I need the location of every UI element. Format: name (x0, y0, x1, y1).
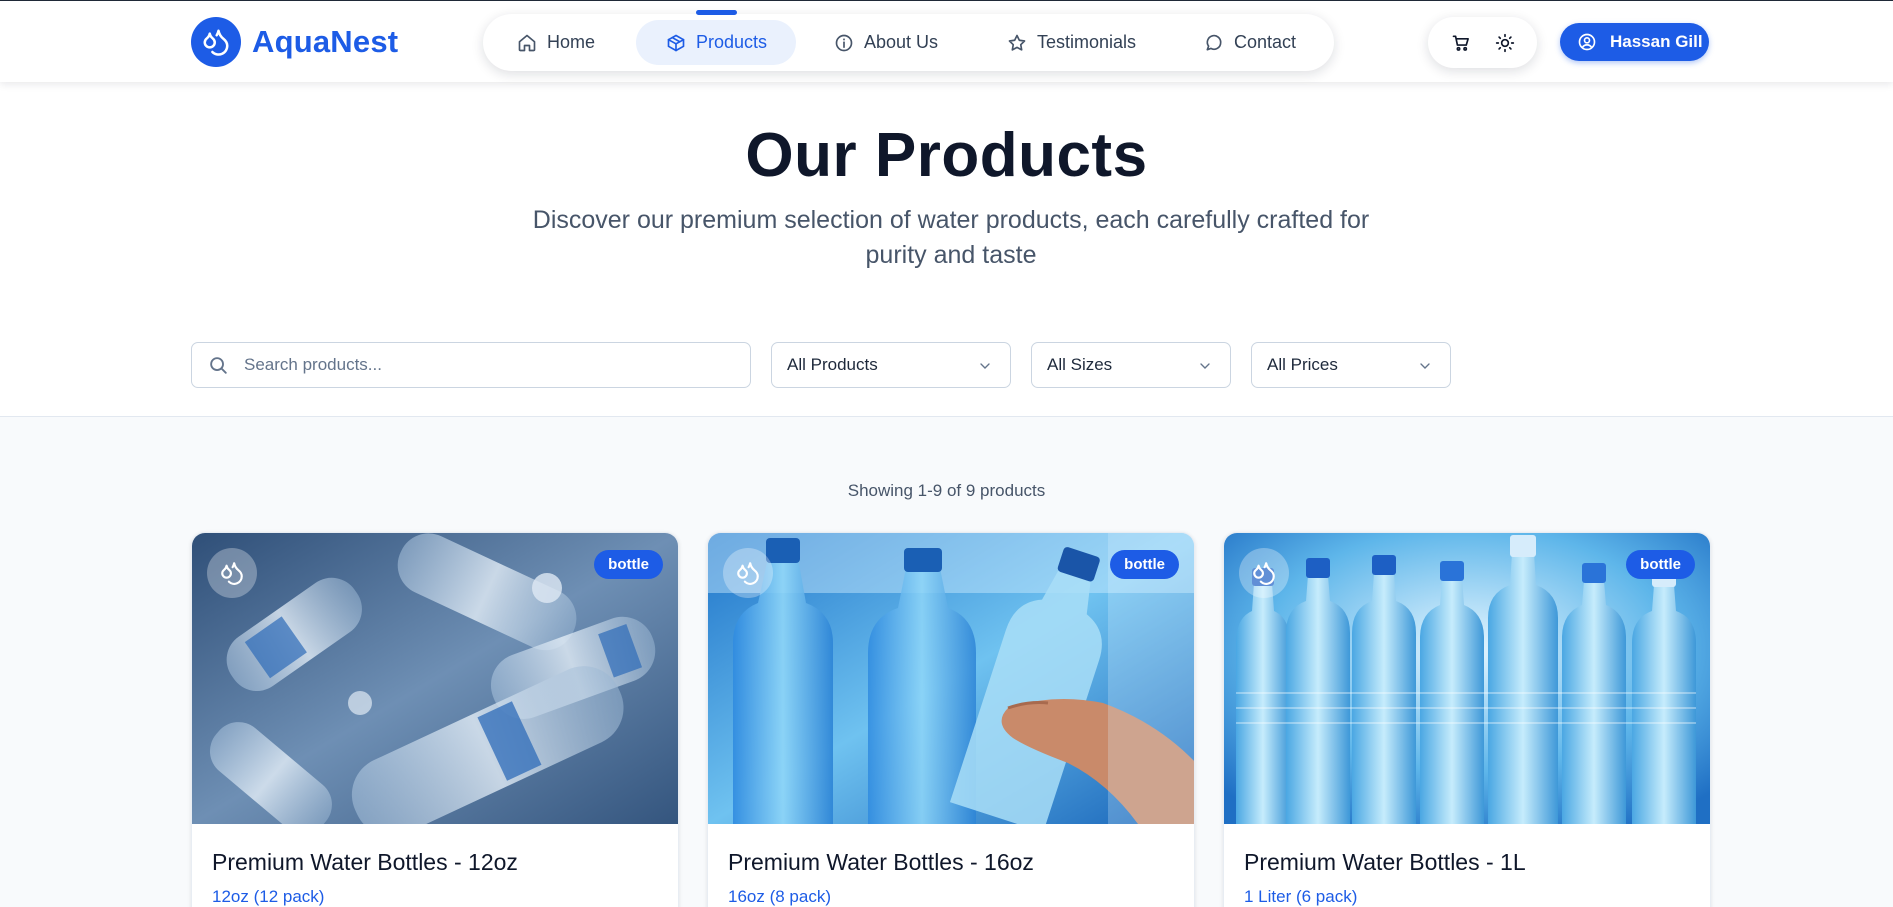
chevron-down-icon (977, 358, 993, 374)
product-size: 12oz (12 pack) (212, 887, 325, 906)
nav-item-products[interactable]: Products (636, 20, 796, 65)
nav-item-home[interactable]: Home (517, 20, 595, 65)
nav-label-products: Products (696, 32, 768, 52)
box-icon (666, 33, 686, 53)
brand-name: AquaNest (252, 24, 399, 59)
product-size: 16oz (8 pack) (728, 887, 831, 906)
product-type-badge: bottle (1110, 550, 1179, 579)
search-box (191, 342, 751, 388)
nav-label-testimonials: Testimonials (1037, 32, 1137, 52)
top-navigation-bar: AquaNest Home Products About Us Testimon… (0, 0, 1893, 82)
sun-icon[interactable] (1492, 30, 1518, 56)
cart-icon[interactable] (1448, 30, 1474, 56)
search-input[interactable] (244, 355, 724, 375)
product-size: 1 Liter (6 pack) (1244, 887, 1358, 906)
star-icon (1007, 33, 1027, 53)
water-drops-icon (1239, 548, 1289, 598)
category-select-value: All Products (787, 355, 878, 374)
results-count: Showing 1-9 of 9 products (847, 481, 1046, 500)
chat-bubble-icon (1204, 33, 1224, 53)
size-select[interactable]: All Sizes (1031, 342, 1231, 388)
category-select[interactable]: All Products (771, 342, 1011, 388)
nav-item-contact[interactable]: Contact (1204, 20, 1296, 65)
header-icon-group (1428, 17, 1537, 68)
product-name: Premium Water Bottles - 12oz (212, 849, 518, 875)
product-card[interactable]: bottle Premium Water Bottles - 16oz 16oz… (707, 532, 1195, 907)
product-type-badge: bottle (1626, 550, 1695, 579)
active-nav-indicator (696, 10, 737, 15)
water-drops-icon (723, 548, 773, 598)
page-title: Our Products (745, 121, 1148, 190)
user-name: Hassan Gill (1610, 32, 1703, 51)
nav-label-about: About Us (864, 32, 939, 52)
nav-item-about[interactable]: About Us (834, 20, 938, 65)
price-select-value: All Prices (1267, 355, 1338, 374)
water-drops-icon (191, 17, 241, 67)
product-card[interactable]: bottle Premium Water Bottles - 1L 1 Lite… (1223, 532, 1711, 907)
main-nav: Home Products About Us Testimonials Cont… (483, 14, 1334, 71)
chevron-down-icon (1417, 358, 1433, 374)
chevron-down-icon (1197, 358, 1213, 374)
user-circle-icon (1577, 32, 1597, 52)
info-icon (834, 33, 854, 53)
hero-section: Our Products Discover our premium select… (0, 82, 1893, 417)
price-select[interactable]: All Prices (1251, 342, 1451, 388)
nav-item-testimonials[interactable]: Testimonials (1007, 20, 1136, 65)
size-select-value: All Sizes (1047, 355, 1113, 374)
product-card[interactable]: bottle Premium Water Bottles - 12oz 12oz… (191, 532, 679, 907)
page-subtitle: Discover our premium selection of water … (532, 206, 1370, 269)
product-name: Premium Water Bottles - 16oz (728, 849, 1034, 875)
water-drops-icon (207, 548, 257, 598)
brand-logo[interactable]: AquaNest (191, 17, 398, 67)
user-menu-button[interactable]: Hassan Gill (1560, 23, 1709, 61)
search-icon (207, 354, 229, 376)
product-type-badge: bottle (594, 550, 663, 579)
product-name: Premium Water Bottles - 1L (1244, 849, 1526, 875)
nav-label-home: Home (547, 32, 596, 52)
nav-label-contact: Contact (1234, 32, 1297, 52)
home-icon (517, 33, 537, 53)
